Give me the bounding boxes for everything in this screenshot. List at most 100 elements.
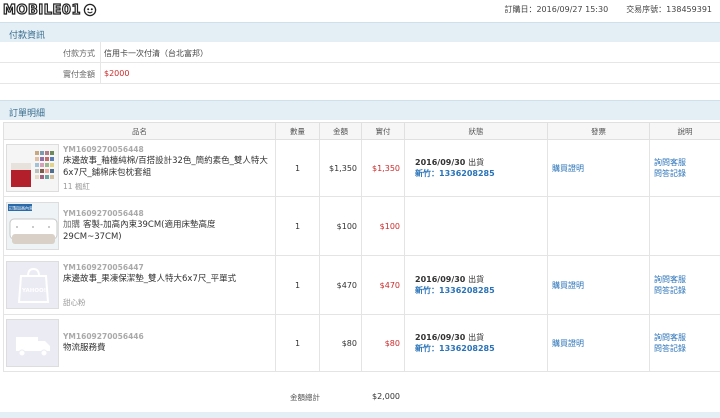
product-sku: YM1609270056448 (63, 144, 144, 154)
product-cell: YM1609270056446 物流服務費 (3, 314, 276, 372)
ship-status-text: 出貨 (468, 333, 485, 342)
qa-history-link[interactable]: 問答記錄 (650, 168, 720, 179)
product-info: YM1609270056448 加購 客製-加高內束39CM(適用床墊高度29CM… (63, 206, 275, 246)
column-header-product: 品名 (3, 122, 276, 140)
product-info: YM1609270056446 物流服務費 (63, 329, 275, 357)
thumb-badge-text: 訂製加高內束 (9, 205, 33, 211)
table-row: YM1609270056446 物流服務費 1 $80 $80 2016/09/… (3, 314, 720, 372)
status-cell: 2016/09/30 出貨 新竹：1336208285 (404, 314, 548, 372)
qa-history-link[interactable]: 問答記錄 (650, 285, 720, 296)
purchase-proof-link[interactable]: 購買證明 (548, 163, 649, 174)
qty-cell: 1 (275, 196, 320, 256)
price-cell: $80 (319, 314, 362, 372)
row-divider (100, 63, 101, 84)
status-cell (404, 196, 548, 256)
payment-amount-value: $2000 (104, 69, 130, 78)
status-cell: 2016/09/30 出貨 新竹：1336208285 (404, 255, 548, 315)
help-cell: 詢問客服 問答記錄 (649, 139, 720, 197)
order-date: 訂購日：2016/09/27 15:30 (504, 5, 609, 14)
product-thumbnail[interactable]: YAHOO! (6, 261, 59, 309)
ship-date: 2016/09/30 (415, 333, 466, 342)
contact-support-link[interactable]: 詢問客服 (650, 157, 720, 168)
product-info: YM1609270056447 床邊故事_果凍保潔墊_雙人特大6x7尺_平單式 … (63, 260, 275, 311)
paid-cell: $80 (361, 314, 405, 372)
paid-cell: $470 (361, 255, 405, 315)
qty-cell: 1 (275, 255, 320, 315)
qty-cell: 1 (275, 314, 320, 372)
product-name[interactable]: 加購 客製-加高內束39CM(適用床墊高度29CM~37CM) (63, 219, 271, 243)
shipping-status: 2016/09/30 出貨 (405, 157, 547, 168)
top-bar: MOBILE01 訂購日：2016/09/27 15:30 交易序號：13845… (0, 0, 720, 20)
order-meta: 訂購日：2016/09/27 15:30 交易序號：138459391 (504, 4, 712, 15)
bedding-swatch-image (7, 145, 58, 191)
qa-history-link[interactable]: 問答記錄 (650, 343, 720, 354)
paid-cell: $100 (361, 196, 405, 256)
product-sku: YM1609270056447 (63, 262, 144, 272)
bottom-divider (0, 412, 720, 418)
tracking-number[interactable]: 新竹：1336208285 (405, 343, 547, 354)
purchase-proof-link[interactable]: 購買證明 (548, 280, 649, 291)
payment-method-label: 付款方式 (63, 49, 95, 58)
price-cell: $1,350 (319, 139, 362, 197)
yahoo-placeholder-image: YAHOO! (7, 262, 58, 308)
order-section-header: 訂單明細 (0, 100, 720, 120)
product-cell: YAHOO! YM1609270056447 床邊故事_果凍保潔墊_雙人特大6x… (3, 255, 276, 315)
thumb-brand-text: YAHOO! (21, 288, 46, 294)
product-cell: YM1609270056448 床邊故事_釉檯純棉/百搭設計32色_簡約素色_雙… (3, 139, 276, 197)
table-row: YM1609270056448 床邊故事_釉檯純棉/百搭設計32色_簡約素色_雙… (3, 139, 720, 197)
payment-method-value: 信用卡一次付清（台北富邦） (104, 49, 208, 58)
product-thumbnail[interactable] (6, 319, 59, 367)
contact-support-link[interactable]: 詢問客服 (650, 332, 720, 343)
addon-tag: 加購 (63, 220, 81, 230)
payment-amount-row: 實付金額 $2000 (0, 63, 720, 84)
product-name[interactable]: 物流服務費 (63, 342, 271, 354)
column-header-status: 狀態 (404, 122, 548, 140)
invoice-cell: 購買證明 (547, 314, 650, 372)
order-section-title: 訂單明細 (9, 109, 46, 119)
payment-section-title: 付款資訊 (9, 31, 46, 41)
column-header-help: 說明 (649, 122, 720, 140)
invoice-cell (547, 196, 650, 256)
product-cell: 訂製加高內束 YM1609270056448 加購 客製-加高內束39CM(適用床… (3, 196, 276, 256)
product-name[interactable]: 床邊故事_釉檯純棉/百搭設計32色_簡約素色_雙人特大6x7尺_鋪棉床包枕套組 (63, 155, 271, 179)
tracking-number[interactable]: 新竹：1336208285 (405, 285, 547, 296)
payment-section-header: 付款資訊 (0, 22, 720, 42)
invoice-cell: 購買證明 (547, 139, 650, 197)
help-cell (649, 196, 720, 256)
ship-date: 2016/09/30 (415, 275, 466, 284)
product-name[interactable]: 床邊故事_果凍保潔墊_雙人特大6x7尺_平單式 (63, 273, 271, 285)
mattress-image: 訂製加高內束 (7, 203, 58, 249)
tracking-number[interactable]: 新竹：1336208285 (405, 168, 547, 179)
contact-support-link[interactable]: 詢問客服 (650, 274, 720, 285)
ship-date: 2016/09/30 (415, 158, 466, 167)
status-cell: 2016/09/30 出貨 新竹：1336208285 (404, 139, 548, 197)
ship-status-text: 出貨 (468, 158, 485, 167)
price-cell: $470 (319, 255, 362, 315)
column-header-qty: 數量 (275, 122, 320, 140)
column-header-invoice: 發票 (547, 122, 650, 140)
product-variant: 甜心粉 (63, 297, 86, 307)
column-header-paid: 實付 (361, 122, 405, 140)
help-cell: 詢問客服 問答記錄 (649, 255, 720, 315)
row-divider (100, 42, 101, 63)
payment-amount-label: 實付金額 (63, 70, 95, 79)
table-row: YAHOO! YM1609270056447 床邊故事_果凍保潔墊_雙人特大6x… (3, 255, 720, 315)
purchase-proof-link[interactable]: 購買證明 (548, 338, 649, 349)
product-thumbnail[interactable] (6, 144, 59, 192)
column-header-price: 金額 (319, 122, 362, 140)
delivery-truck-image (7, 320, 58, 366)
logo-text: MOBILE01 (2, 2, 81, 18)
site-logo[interactable]: MOBILE01 (2, 2, 97, 18)
shipping-status: 2016/09/30 出貨 (405, 332, 547, 343)
order-table: 品名 數量 金額 實付 狀態 發票 說明 YM1609270056448 床邊故… (3, 122, 720, 372)
transaction-number: 交易序號：138459391 (626, 5, 712, 14)
table-header-row: 品名 數量 金額 實付 狀態 發票 說明 (3, 122, 720, 140)
price-cell: $100 (319, 196, 362, 256)
qty-cell: 1 (275, 139, 320, 197)
product-thumbnail[interactable]: 訂製加高內束 (6, 202, 59, 250)
help-cell: 詢問客服 問答記錄 (649, 314, 720, 372)
product-info: YM1609270056448 床邊故事_釉檯純棉/百搭設計32色_簡約素色_雙… (63, 142, 275, 195)
product-variant: 11 楓紅 (63, 181, 90, 191)
product-sku: YM1609270056448 (63, 209, 144, 218)
product-name-text: 客製-加高內束39CM(適用床墊高度29CM~37CM) (63, 220, 216, 242)
